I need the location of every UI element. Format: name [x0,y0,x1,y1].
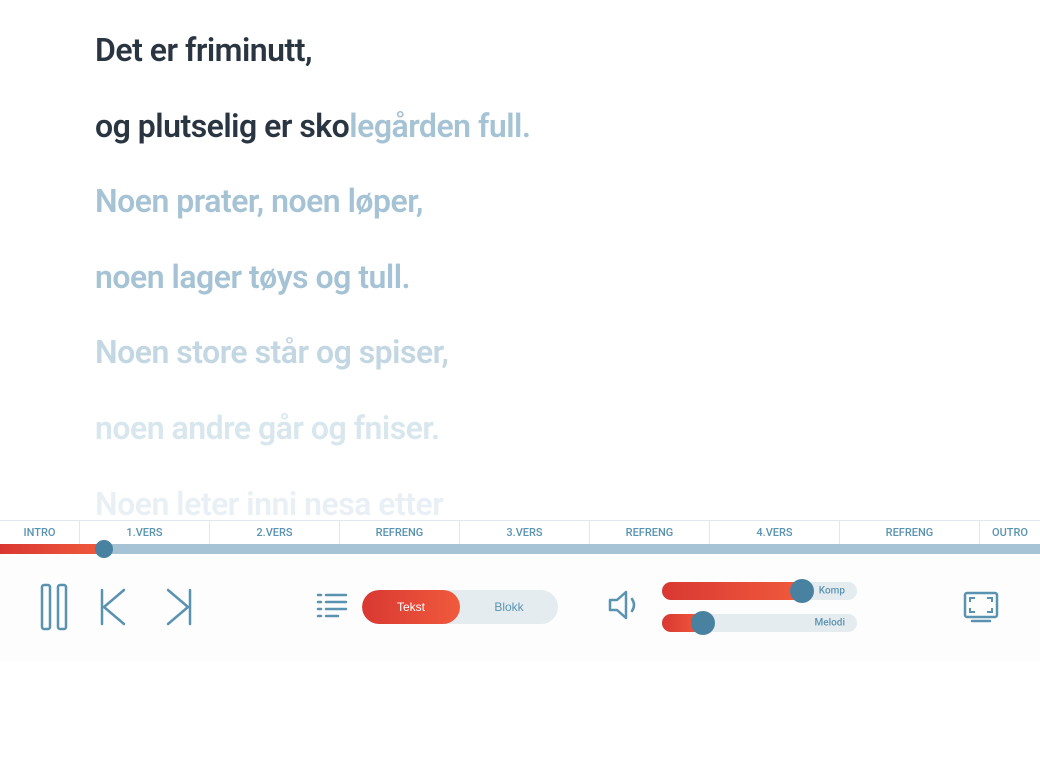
pause-icon [40,583,68,631]
next-icon [160,586,196,628]
lyric-line-3: Noen prater, noen løper, [95,181,945,223]
view-controls: Tekst Blokk [316,590,558,624]
lyric-line-4: noen lager tøys og tull. [95,257,945,299]
komp-slider-handle[interactable] [790,579,814,603]
lyric-upcoming-text: legården full. [349,107,530,145]
timeline-track[interactable] [0,544,1040,554]
previous-icon [96,586,132,628]
komp-slider[interactable]: Komp [662,582,857,600]
lyric-line-5: Noen store står og spiser, [95,332,945,374]
timeline-section-label[interactable]: REFRENG [340,521,460,544]
playback-controls [40,583,196,631]
timeline-section-label[interactable]: REFRENG [590,521,710,544]
timeline-section-label[interactable]: 2.VERS [210,521,340,544]
audio-controls: Komp Melodi [606,582,857,632]
timeline-section-label[interactable]: REFRENG [840,521,980,544]
controls-bar: Tekst Blokk Komp [0,554,1040,662]
previous-button[interactable] [96,586,132,628]
melodi-label: Melodi [810,618,849,629]
melodi-slider-handle[interactable] [691,611,715,635]
timeline-section-label[interactable]: INTRO [0,521,80,544]
lyric-line-7: Noen leter inni nesa etter [95,484,945,520]
fullscreen-icon [962,590,1000,624]
next-button[interactable] [160,586,196,628]
lyrics-view-icon[interactable] [316,591,348,623]
timeline-section-label[interactable]: 3.VERS [460,521,590,544]
view-mode-toggle: Tekst Blokk [362,590,558,624]
timeline: INTRO1.VERS2.VERSREFRENG3.VERSREFRENG4.V… [0,520,1040,554]
fullscreen-button[interactable] [962,590,1000,624]
lyrics-display: Det er friminutt, og plutselig er skoleg… [0,0,1040,520]
timeline-progress [0,544,104,554]
lyric-line-2: og plutselig er skolegården full. [95,106,945,148]
blokk-mode-button[interactable]: Blokk [460,590,558,624]
lyric-sung-text: Det er friminutt, [95,31,312,69]
timeline-handle[interactable] [95,540,113,558]
tekst-mode-button[interactable]: Tekst [362,590,460,624]
melodi-slider[interactable]: Melodi [662,614,857,632]
timeline-section-label[interactable]: 4.VERS [710,521,840,544]
volume-icon[interactable] [606,588,642,626]
pause-button[interactable] [40,583,68,631]
timeline-section-labels: INTRO1.VERS2.VERSREFRENG3.VERSREFRENG4.V… [0,520,1040,544]
audio-sliders: Komp Melodi [662,582,857,632]
timeline-section-label[interactable]: OUTRO [980,521,1040,544]
komp-label: Komp [815,586,849,597]
lyric-line-1: Det er friminutt, [95,30,945,72]
lyric-line-6: noen andre går og fniser. [95,408,945,450]
lyric-sung-text: og plutselig er sko [95,107,349,145]
